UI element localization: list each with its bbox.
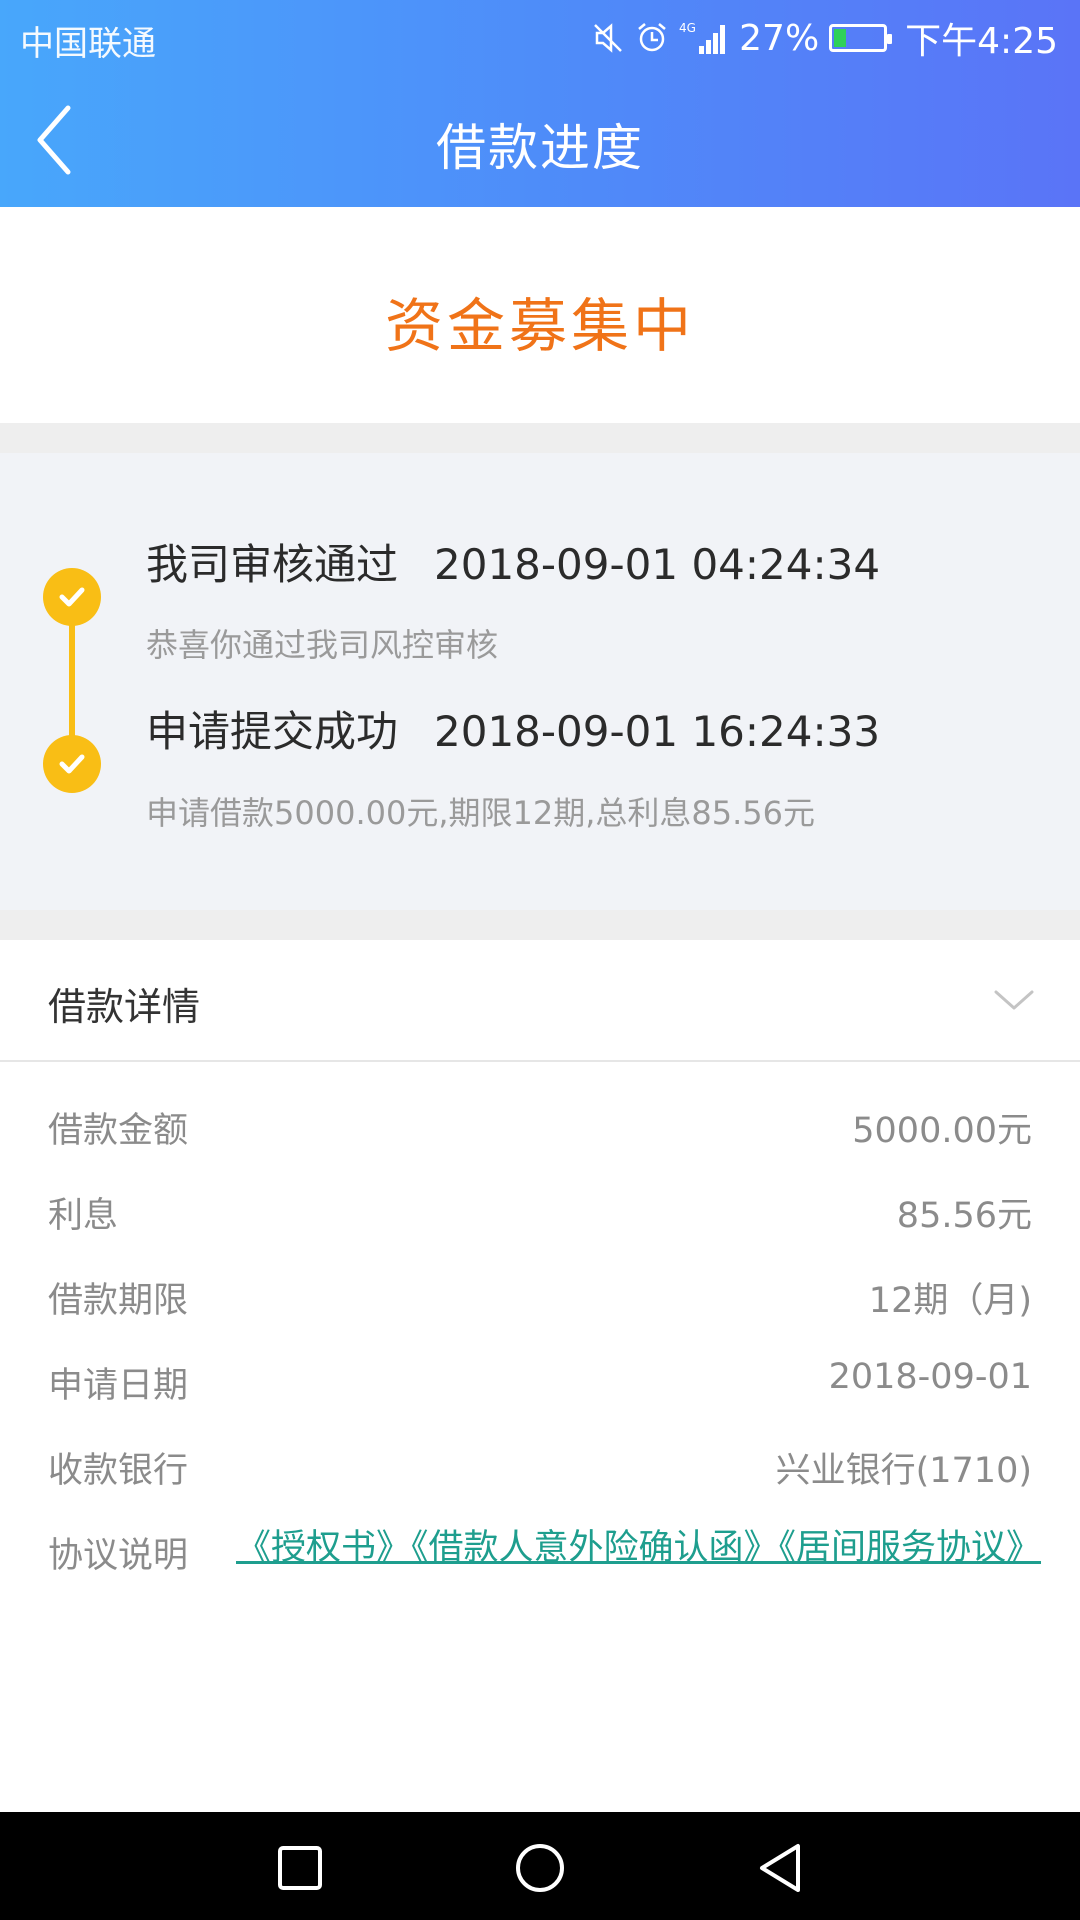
- status-icons: 4G 27% 下午4:25: [591, 12, 1058, 64]
- timeline-step-description: 申请借款5000.00元,期限12期,总利息85.56元: [146, 794, 816, 832]
- detail-value: 85.56元: [896, 1196, 1032, 1236]
- loan-status-panel: 资金募集中: [0, 207, 1080, 423]
- back-triangle-icon[interactable]: [754, 1840, 810, 1896]
- network-type: 4G: [679, 21, 696, 35]
- detail-row-bank: 收款银行 兴业银行(1710): [0, 1442, 1080, 1502]
- step-time: 2018-09-01 16:24:33: [434, 707, 881, 756]
- detail-row-apply-date: 申请日期 2018-09-01: [0, 1357, 1080, 1417]
- home-icon[interactable]: [512, 1840, 568, 1896]
- timeline-step-title: 我司审核通过 2018-09-01 04:24:34: [146, 531, 880, 592]
- section-divider: [0, 423, 1080, 453]
- section-divider: [0, 910, 1080, 940]
- detail-label: 借款金额: [48, 1111, 189, 1151]
- detail-row-agreements: 协议说明 《授权书》《借款人意外险确认函》《居间服务协议》: [0, 1527, 1080, 1637]
- clock: 下午4:25: [905, 21, 1058, 62]
- detail-value: 兴业银行(1710): [775, 1451, 1032, 1491]
- progress-timeline: 我司审核通过 2018-09-01 04:24:34 恭喜你通过我司风控审核 申请…: [0, 453, 1080, 910]
- signal-icon: 4G: [679, 20, 729, 56]
- carrier-name: 中国联通: [20, 24, 156, 64]
- detail-value: 12期（月): [868, 1281, 1032, 1321]
- app-header: 中国联通 4G 27% 下午4:25 借款进度: [0, 0, 1080, 207]
- timeline-step-description: 恭喜你通过我司风控审核: [146, 626, 499, 664]
- system-nav-bar: [0, 1812, 1080, 1920]
- battery-icon: [829, 24, 893, 52]
- recent-apps-icon[interactable]: [272, 1840, 328, 1896]
- step-name: 申请提交成功: [146, 707, 399, 756]
- mute-icon: [591, 21, 625, 55]
- detail-value: 2018-09-01: [828, 1357, 1032, 1397]
- chevron-down-icon: [994, 990, 1034, 1010]
- loan-details-toggle[interactable]: 借款详情: [0, 940, 1080, 1062]
- alarm-icon: [635, 21, 669, 55]
- check-icon: [43, 568, 101, 626]
- timeline-step-title: 申请提交成功 2018-09-01 16:24:33: [146, 698, 880, 759]
- detail-label: 协议说明: [48, 1536, 189, 1576]
- detail-row-interest: 利息 85.56元: [0, 1187, 1080, 1247]
- agreement-links[interactable]: 《授权书》《借款人意外险确认函》《居间服务协议》: [236, 1525, 1041, 1571]
- detail-value: 5000.00元: [852, 1111, 1032, 1151]
- detail-label: 申请日期: [48, 1366, 189, 1406]
- step-name: 我司审核通过: [146, 540, 399, 589]
- page-title: 借款进度: [436, 119, 644, 177]
- detail-row-term: 借款期限 12期（月): [0, 1272, 1080, 1332]
- detail-row-amount: 借款金额 5000.00元: [0, 1102, 1080, 1162]
- detail-label: 借款期限: [48, 1281, 189, 1321]
- step-time: 2018-09-01 04:24:34: [434, 540, 881, 589]
- detail-label: 收款银行: [48, 1451, 189, 1491]
- battery-percent: 27%: [739, 17, 820, 59]
- loan-details-title: 借款详情: [48, 985, 201, 1029]
- loan-status-text: 资金募集中: [384, 292, 695, 360]
- detail-label: 利息: [48, 1196, 119, 1236]
- status-bar: 中国联通 4G 27% 下午4:25: [0, 0, 1080, 74]
- check-icon: [43, 735, 101, 793]
